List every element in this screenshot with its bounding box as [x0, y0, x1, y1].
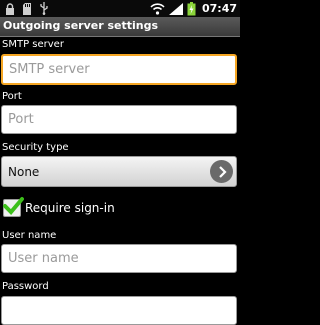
clock: 07:47: [201, 2, 237, 15]
port-label: Port: [2, 91, 22, 102]
page-title-bar: Outgoing server settings: [0, 17, 240, 37]
signal-icon: [168, 2, 183, 15]
username-placeholder: User name: [8, 251, 79, 266]
port-input[interactable]: Port: [1, 105, 237, 134]
security-type-value: None: [8, 164, 40, 179]
battery-charging-icon: [187, 1, 196, 16]
username-label: User name: [2, 230, 57, 241]
require-signin-label: Require sign-in: [25, 201, 115, 215]
smtp-server-placeholder: SMTP server: [9, 62, 90, 77]
checkmark-icon: [3, 197, 24, 215]
require-signin-row[interactable]: Require sign-in: [3, 197, 115, 217]
wifi-icon: [150, 2, 165, 15]
chevron-right-icon[interactable]: [210, 160, 233, 183]
status-bar: 07:47: [0, 0, 240, 17]
sd-card-icon: [22, 2, 32, 15]
require-signin-checkbox[interactable]: [3, 197, 24, 217]
page-title: Outgoing server settings: [3, 19, 159, 32]
smtp-server-label: SMTP server: [2, 39, 64, 50]
security-type-select[interactable]: None: [1, 156, 237, 187]
lock-notification-icon: [5, 2, 15, 15]
password-input[interactable]: [1, 296, 237, 325]
username-input[interactable]: User name: [1, 244, 237, 273]
usb-icon: [39, 2, 49, 15]
security-type-label: Security type: [2, 142, 69, 153]
password-label: Password: [2, 281, 49, 292]
smtp-server-input[interactable]: SMTP server: [1, 54, 237, 85]
port-placeholder: Port: [8, 112, 34, 127]
